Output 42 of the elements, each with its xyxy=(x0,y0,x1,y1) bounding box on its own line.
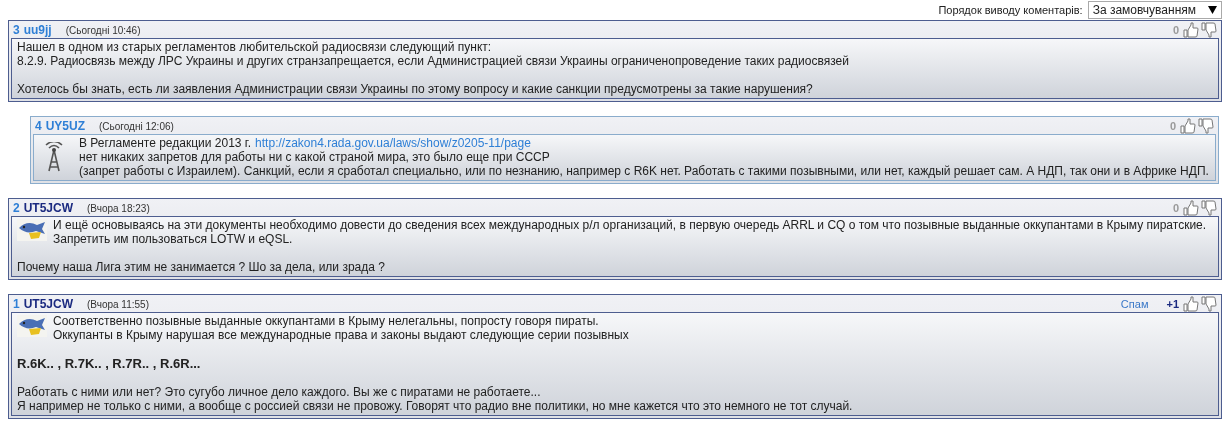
sort-dropdown[interactable]: За замовчуванням xyxy=(1087,1,1222,19)
thumbs-up-icon[interactable] xyxy=(1183,200,1199,216)
comment-text: 8.2.9. Радиосвязь между ЛРС Украины и других странзапрещается, если Администрацией связи Украины ограниченопроведение таких радиосвязей xyxy=(17,54,849,68)
rating-count: 0 xyxy=(1172,202,1179,214)
thumbs-down-icon[interactable] xyxy=(1201,22,1217,38)
comment-text: Я например не только с ними, а вообще с россией связи не провожу. Говорят что радио вне политики, но мне кажется что это немного не тот случай. xyxy=(17,399,853,413)
comment-text: Оккупанты в Крыму нарушая все международные права и законы выдают следующие серии позывных xyxy=(53,328,629,342)
comment-number: 1 xyxy=(13,297,20,311)
comment-text: Соответственно позывные выданные оккупантами в Крыму нелегальны, попросту говоря пираты. xyxy=(53,314,599,328)
sort-label: Порядок виводу коментарів: xyxy=(938,4,1083,16)
url-link[interactable]: http://zakon4.rada.gov.ua/laws/show/z0205-11/page xyxy=(255,136,531,150)
thumbs-up-icon[interactable] xyxy=(1183,22,1199,38)
thumbs-down-icon[interactable] xyxy=(1201,296,1217,312)
author-link[interactable]: UT5JCW xyxy=(23,297,74,311)
author-link[interactable]: uu9jj xyxy=(23,23,52,37)
comment-text: Нашел в одном из старых регламентов любительской радиосвязи следующий пункт: xyxy=(17,40,492,54)
comment-text: И ещё основываясь на эти документы необходимо довести до сведения всех международных р/л организаций, в первую очередь ARRL и CQ о том что позывные выданные оккупантами в Крыму пиратские. Запретить им пользоваться LOTW и eQSL. xyxy=(53,218,1207,246)
comment-date: (Вчора 11:55) xyxy=(87,298,149,310)
comment-text: нет никаких запретов для работы ни с какой страной мира, это было еще при СССР xyxy=(79,150,550,164)
caret-icon xyxy=(1208,6,1217,14)
comment-number: 2 xyxy=(13,201,20,215)
comment-date: (Сьогодні 10:46) xyxy=(65,24,141,36)
author-link[interactable]: UT5JCW xyxy=(23,201,74,215)
thumbs-up-icon[interactable] xyxy=(1183,296,1199,312)
comment-text: Хотелось бы знать, есть ли заявления Администрации связи Украины по этому вопросу и какие санкции предусмотрены за такие нарушения? xyxy=(17,82,813,96)
thumbs-down-icon[interactable] xyxy=(1198,118,1214,134)
author-link[interactable]: UY5UZ xyxy=(45,119,86,133)
comment-text: Работать с ними или нет? Это сугубо личное дело каждого. Вы же с пиратами не работаете... xyxy=(17,385,541,399)
thumbs-down-icon[interactable] xyxy=(1201,200,1217,216)
rating-count: +1 xyxy=(1166,298,1179,310)
comment-number: 4 xyxy=(35,119,42,133)
comment-text: В Регламенте редакции 2013 г. xyxy=(79,136,252,150)
comment-text: R.6K.. , R.7K.. , R.7R.. , R.6R... xyxy=(17,356,201,371)
rating-count: 0 xyxy=(1169,120,1176,132)
rating-count: 0 xyxy=(1172,24,1179,36)
comment-text: (запрет работы с Израилем). Санкций, если я сработал специально, или по незнанию, например с R6K нет. Работать с такими позывными, или нет, каждый решает сам. А НДП, так они и в Африке НДП. xyxy=(79,164,1209,178)
comment-date: (Вчора 18:23) xyxy=(87,202,150,214)
spam-link[interactable]: Спам xyxy=(1120,298,1149,310)
comment-date: (Сьогодні 12:06) xyxy=(99,120,174,132)
comment-text: Почему наша Лига этим не занимается ? Шо за дела, или зрада ? xyxy=(17,260,385,274)
thumbs-up-icon[interactable] xyxy=(1180,118,1196,134)
comment-number: 3 xyxy=(13,23,20,37)
